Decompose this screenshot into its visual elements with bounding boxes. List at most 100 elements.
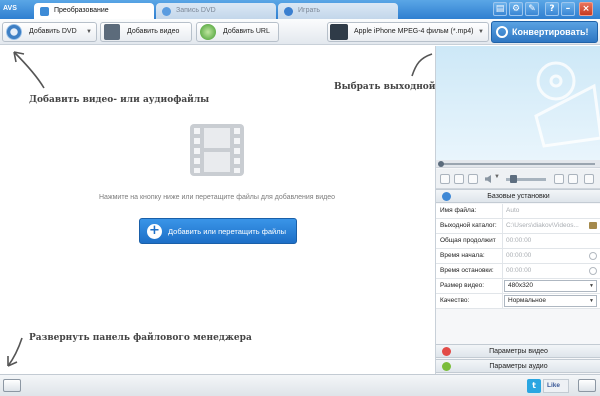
convert-tab-icon (40, 7, 49, 16)
folder-icon[interactable] (589, 222, 597, 229)
video-params-header[interactable]: Параметры видео (436, 344, 600, 358)
settings-icon[interactable]: ⚙ (509, 2, 523, 16)
add-dvd-button[interactable]: Добавить DVD ▼ (2, 22, 97, 42)
gear-icon (442, 192, 451, 201)
video-size-select[interactable]: 480x320 ▼ (504, 280, 597, 292)
plus-icon: + (147, 224, 162, 239)
settings-row-stop-time[interactable]: Время остановки: 00:00:00 (436, 264, 600, 279)
quality-select[interactable]: Нормальное ▼ (504, 295, 597, 307)
tools-icon[interactable] (584, 174, 594, 184)
video-preview (436, 46, 600, 160)
close-icon[interactable]: × (579, 2, 593, 16)
snapshot-icon[interactable] (554, 174, 564, 184)
arrow-output-icon (411, 53, 433, 77)
settings-label: Имя файла: (440, 204, 503, 218)
spinner-icon[interactable] (589, 252, 597, 260)
video-params-icon (442, 347, 451, 356)
add-or-drop-files-button[interactable]: + Добавить или перетащить файлы (139, 218, 297, 244)
arrow-add-icon (13, 51, 45, 89)
facebook-like-button[interactable]: Like (543, 379, 569, 393)
tab-play[interactable]: Играть (278, 3, 398, 19)
arrow-filemanager-icon (7, 337, 23, 367)
chevron-down-icon: ▼ (589, 298, 594, 304)
settings-row-duration[interactable]: Общая продолжит 00:00:00 (436, 234, 600, 249)
add-files-label: Добавить или перетащить файлы (168, 227, 287, 236)
film-icon (104, 24, 120, 40)
settings-row-video-size[interactable]: Размер видео: 480x320 ▼ (436, 279, 600, 294)
settings-label: Время остановки: (440, 264, 503, 278)
output-profile-select[interactable]: Apple iPhone MPEG-4 фильм (*.mp4) ▼ (327, 22, 489, 42)
add-url-label: Добавить URL (223, 28, 270, 35)
settings-label: Время начала: (440, 249, 503, 263)
convert-button[interactable]: Конвертировать! (491, 21, 598, 43)
volume-chevron-icon[interactable]: ▼ (494, 174, 500, 180)
hint-add-files: Добавить видео- или аудиофайлы (29, 95, 210, 105)
convert-icon (496, 26, 508, 38)
settings-label: Размер видео: (440, 279, 503, 293)
tab-label: Играть (298, 7, 321, 14)
settings-label: Общая продолжит (440, 234, 503, 248)
spinner-icon[interactable] (589, 267, 597, 275)
help-icon[interactable]: ? (545, 2, 559, 16)
film-reel-watermark-icon (534, 61, 600, 148)
status-bar: t Like (0, 374, 600, 396)
start-time-field[interactable]: 00:00:00 (504, 249, 599, 263)
globe-icon (200, 24, 216, 40)
iphone-icon (330, 24, 348, 40)
app-logo: AVS (3, 5, 17, 12)
seek-bar[interactable] (436, 160, 600, 168)
profile-label: Apple iPhone MPEG-4 фильм (*.mp4) (354, 28, 474, 35)
frame-icon[interactable] (468, 174, 478, 184)
settings-row-output-dir[interactable]: Выходной каталог: C:\Users\diakov\Videos… (436, 219, 600, 234)
seek-handle[interactable] (438, 161, 444, 167)
like-label: Like (547, 382, 561, 389)
tab-dvd-burn[interactable]: Запись DVD (156, 3, 276, 19)
right-panel-toggle-button[interactable] (578, 379, 596, 392)
audio-params-label: Параметры аудио (489, 363, 548, 370)
drop-instructions: Нажмите на кнопку ниже или перетащите фа… (98, 194, 336, 201)
file-manager-toggle-button[interactable] (3, 379, 21, 392)
settings-label: Качество: (440, 294, 503, 308)
file-list-area[interactable]: Добавить видео- или аудиофайлы Выбрать в… (0, 46, 583, 374)
basic-settings-label: Базовые установки (487, 193, 550, 200)
convert-label: Конвертировать! (512, 27, 589, 37)
twitter-icon[interactable]: t (527, 379, 541, 393)
tools-icon[interactable]: ✎ (525, 2, 539, 16)
settings-row-filename[interactable]: Имя файла: Auto (436, 204, 600, 219)
add-url-button[interactable]: Добавить URL (196, 22, 279, 42)
fullscreen-icon[interactable] (568, 174, 578, 184)
settings-label: Выходной каталог: (440, 219, 503, 233)
settings-grid: Имя файла: Auto Выходной каталог: C:\Use… (436, 204, 600, 309)
title-bar: AVS Преобразование Запись DVD Играть ▤ ⚙… (0, 0, 600, 19)
tab-label: Запись DVD (176, 7, 216, 14)
disc-icon (162, 7, 171, 16)
chevron-down-icon: ▼ (589, 283, 594, 289)
video-params-label: Параметры видео (489, 348, 548, 355)
dvd-icon (6, 24, 22, 40)
audio-params-header[interactable]: Параметры аудио (436, 359, 600, 373)
toolbar: Добавить DVD ▼ Добавить видео Добавить U… (0, 19, 600, 45)
settings-row-start-time[interactable]: Время начала: 00:00:00 (436, 249, 600, 264)
basic-settings-header[interactable]: Базовые установки (436, 189, 600, 203)
filmstrip-icon (190, 124, 244, 176)
audio-params-icon (442, 362, 451, 371)
stop-icon[interactable] (454, 174, 464, 184)
stop-time-field[interactable]: 00:00:00 (504, 264, 599, 278)
settings-row-quality[interactable]: Качество: Нормальное ▼ (436, 294, 600, 309)
add-video-label: Добавить видео (127, 28, 180, 35)
video-size-value: 480x320 (508, 282, 533, 289)
minimize-icon[interactable]: – (561, 2, 575, 16)
toolbar-toggle-icon[interactable]: ▤ (493, 2, 507, 16)
add-video-button[interactable]: Добавить видео (100, 22, 192, 42)
volume-handle[interactable] (510, 175, 517, 183)
add-dvd-label: Добавить DVD (29, 28, 77, 35)
play-icon[interactable] (440, 174, 450, 184)
filename-field[interactable]: Auto (504, 204, 599, 218)
quality-value: Нормальное (508, 297, 547, 304)
tab-label: Преобразование (54, 7, 109, 14)
seek-track[interactable] (442, 163, 595, 165)
output-dir-field[interactable]: C:\Users\diakov\Videos... (504, 219, 599, 233)
volume-icon[interactable] (485, 175, 491, 183)
tab-conversion[interactable]: Преобразование (34, 3, 154, 19)
chevron-down-icon[interactable]: ▼ (86, 23, 92, 41)
